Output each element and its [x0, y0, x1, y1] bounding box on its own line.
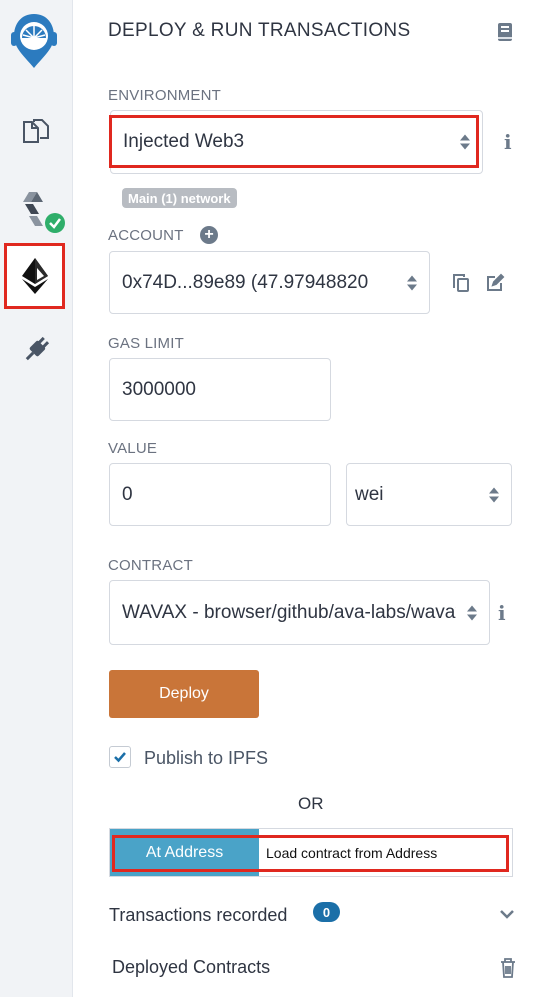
at-address-highlight [112, 835, 509, 872]
documentation-book-icon[interactable] [494, 20, 516, 44]
publish-ipfs-checkbox[interactable] [109, 746, 131, 768]
transactions-count: 0 [322, 904, 331, 920]
select-arrows-icon [460, 134, 470, 150]
gas-limit-input[interactable]: 3000000 [109, 358, 331, 421]
add-account-icon[interactable]: + [200, 226, 218, 244]
select-arrows-icon [467, 605, 477, 620]
value-label: VALUE [108, 440, 158, 457]
contract-label: CONTRACT [108, 557, 193, 574]
checkmark-icon [114, 752, 126, 763]
network-badge-text: Main (1) network [128, 190, 231, 206]
deploy-run-icon[interactable] [4, 243, 65, 309]
account-value: 0x74D...89e89 (47.97948820 [122, 271, 369, 293]
select-arrows-icon [489, 487, 499, 502]
or-separator: OR [298, 794, 324, 813]
info-icon[interactable]: i [504, 130, 512, 154]
transactions-count-badge: 0 [313, 902, 340, 922]
copy-icon[interactable] [450, 272, 472, 294]
value-unit-select[interactable]: wei [346, 463, 512, 526]
deploy-button-label: Deploy [159, 685, 209, 702]
gas-limit-value: 3000000 [122, 378, 196, 400]
contract-select[interactable]: WAVAX - browser/github/ava-labs/wavax [109, 580, 490, 645]
account-label: ACCOUNT [108, 227, 184, 244]
at-address-group: At Address Load contract from Address [109, 828, 513, 877]
remix-logo-icon[interactable] [6, 10, 62, 72]
file-explorer-icon[interactable] [16, 112, 56, 152]
value-unit: wei [355, 483, 384, 505]
deploy-run-panel: DEPLOY & RUN TRANSACTIONS ENVIRONMENT In… [72, 0, 544, 997]
contract-value: WAVAX - browser/github/ava-labs/wavax [122, 601, 456, 623]
solidity-compiler-icon[interactable] [16, 190, 66, 236]
panel-title: DEPLOY & RUN TRANSACTIONS [108, 20, 411, 41]
value-amount: 0 [122, 483, 133, 505]
contract-info-icon[interactable]: i [498, 601, 506, 625]
edit-icon[interactable] [484, 272, 506, 294]
select-arrows-icon [407, 275, 417, 290]
chevron-down-icon[interactable] [496, 904, 518, 924]
gas-limit-label: GAS LIMIT [108, 335, 184, 352]
environment-select[interactable]: Injected Web3 [109, 110, 483, 174]
account-select[interactable]: 0x74D...89e89 (47.97948820 [109, 251, 430, 314]
icon-sidebar [0, 0, 73, 997]
deploy-button[interactable]: Deploy [109, 670, 259, 718]
value-input[interactable]: 0 [109, 463, 331, 526]
transactions-recorded-label[interactable]: Transactions recorded [109, 905, 287, 926]
plugin-manager-icon[interactable] [16, 330, 56, 370]
environment-highlight [109, 115, 479, 168]
deployed-contracts-label: Deployed Contracts [112, 957, 271, 977]
network-badge: Main (1) network [122, 188, 237, 208]
trash-icon[interactable] [498, 956, 518, 980]
environment-label: ENVIRONMENT [108, 87, 222, 104]
publish-ipfs-label: Publish to IPFS [144, 748, 269, 768]
